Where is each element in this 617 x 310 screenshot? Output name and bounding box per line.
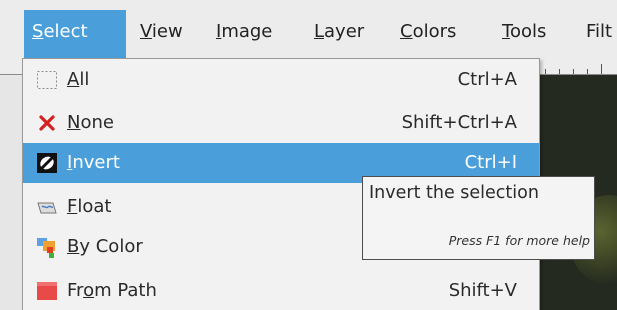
- ruler-tick: [573, 69, 574, 74]
- menu-tools[interactable]: Tools: [494, 10, 554, 58]
- menu-select-mnemonic: S: [32, 21, 44, 42]
- ruler-tick: [559, 69, 560, 74]
- selection-invert-icon: [37, 153, 57, 173]
- menu-select[interactable]: Select: [24, 10, 126, 58]
- menu-view-label: iew: [151, 21, 183, 42]
- ruler-tick: [587, 69, 588, 74]
- menu-view[interactable]: View: [132, 10, 191, 58]
- menu-item-none-label: None: [67, 112, 114, 133]
- ruler-left: [0, 58, 22, 75]
- by-color-icon: [37, 238, 55, 258]
- menu-layer-label: ayer: [324, 21, 365, 42]
- ruler-tick: [601, 64, 602, 74]
- menu-item-from-path-label: From Path: [67, 280, 157, 301]
- ruler-tick: [545, 69, 546, 74]
- selection-all-icon: [37, 71, 57, 89]
- from-path-icon: [37, 282, 57, 300]
- menu-layer[interactable]: Layer: [306, 10, 372, 58]
- menu-item-none[interactable]: None Shift+Ctrl+A: [23, 103, 539, 143]
- gimp-window: Select View Image Layer Colors Tools Fil…: [0, 0, 617, 310]
- menu-item-all-shortcut: Ctrl+A: [457, 69, 517, 90]
- menu-item-by-color-label: By Color: [67, 236, 143, 257]
- menu-item-from-path[interactable]: From Path Shift+V: [23, 271, 539, 310]
- menu-item-invert-label: Invert: [67, 152, 120, 173]
- menu-image-label: mage: [221, 21, 273, 42]
- menu-view-mnemonic: V: [140, 21, 152, 42]
- menu-colors[interactable]: Colors: [392, 10, 464, 58]
- menu-filters-label: Filt: [586, 21, 613, 42]
- menu-tools-mnemonic: T: [502, 21, 510, 42]
- menu-item-all[interactable]: All Ctrl+A: [23, 60, 539, 100]
- menu-item-all-label: All: [67, 69, 90, 90]
- menu-item-float-label: Float: [67, 196, 112, 217]
- menu-tools-label: ools: [509, 21, 547, 42]
- horizontal-ruler[interactable]: [539, 58, 617, 75]
- menubar: Select View Image Layer Colors Tools Fil…: [0, 0, 617, 59]
- menu-filters[interactable]: Filt: [578, 10, 617, 58]
- menu-layer-mnemonic: L: [314, 21, 325, 42]
- tooltip-title: Invert the selection: [369, 183, 539, 203]
- menu-image[interactable]: Image: [208, 10, 280, 58]
- menu-item-none-shortcut: Shift+Ctrl+A: [401, 112, 517, 133]
- menu-colors-label: olors: [412, 21, 457, 42]
- menu-item-from-path-shortcut: Shift+V: [448, 280, 517, 301]
- tooltip: Invert the selection Press F1 for more h…: [362, 176, 595, 260]
- selection-none-icon: [39, 115, 55, 131]
- menu-colors-mnemonic: C: [400, 21, 413, 42]
- float-icon: [37, 202, 57, 214]
- menu-select-label: elect: [43, 21, 88, 42]
- tooltip-help-hint: Press F1 for more help: [448, 233, 590, 248]
